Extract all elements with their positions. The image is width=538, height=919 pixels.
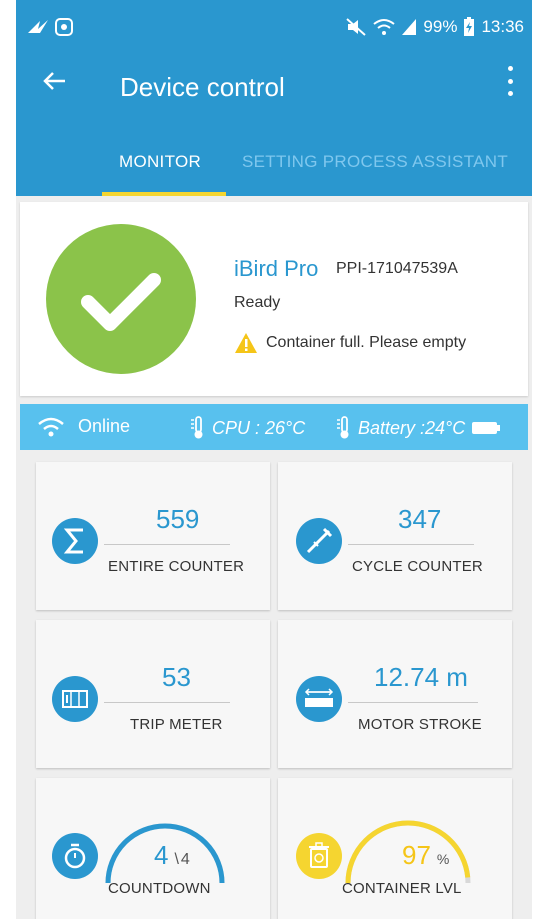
tab-bar: MONITOR SETTING PROCESS ASSISTANT bbox=[16, 120, 532, 196]
app-screen: 99% 13:36 Device control MONITOR SETTING… bbox=[16, 0, 532, 919]
injector-icon bbox=[296, 518, 342, 564]
warning-icon bbox=[235, 333, 257, 353]
device-name: iBird Pro bbox=[234, 256, 319, 281]
stopwatch-glyph bbox=[64, 843, 86, 869]
warning-message: Container full. Please empty bbox=[234, 332, 466, 354]
motor-stroke-label: MOTOR STROKE bbox=[358, 716, 482, 733]
motor-stroke-value: 12.74 m bbox=[374, 662, 468, 692]
container-percent: 97 bbox=[402, 840, 431, 870]
device-info-strip: Online CPU : 26°C Battery :24°C bbox=[20, 404, 528, 450]
countdown-separator: \ bbox=[174, 851, 179, 868]
wifi-icon bbox=[373, 19, 396, 35]
counter-glyph bbox=[62, 690, 88, 708]
status-bar: 99% 13:36 bbox=[16, 0, 532, 54]
entire-counter-value: 559 bbox=[156, 504, 200, 534]
countdown-current: 4 bbox=[154, 840, 169, 870]
tile-entire-counter[interactable]: 559 ENTIRE COUNTER bbox=[36, 462, 270, 610]
tile-countdown[interactable]: 4 \ 4 COUNTDOWN bbox=[36, 778, 270, 919]
device-state: Ready bbox=[234, 294, 281, 311]
stopwatch-icon bbox=[52, 833, 98, 879]
tab-setting-process-assistant[interactable]: SETTING PROCESS ASSISTANT bbox=[242, 152, 508, 172]
tab-indicator bbox=[102, 192, 226, 196]
app-bar: Device control bbox=[16, 54, 532, 120]
countdown-label: COUNTDOWN bbox=[108, 880, 211, 897]
container-value: 97% bbox=[402, 840, 449, 871]
tab-monitor[interactable]: MONITOR bbox=[119, 152, 201, 172]
divider bbox=[348, 702, 478, 703]
mute-icon bbox=[346, 18, 367, 36]
tile-cycle-counter[interactable]: 347 CYCLE COUNTER bbox=[278, 462, 512, 610]
bin-icon bbox=[296, 833, 342, 879]
sigma-glyph bbox=[63, 528, 83, 554]
trip-meter-label: TRIP METER bbox=[130, 716, 223, 733]
battery-temperature: Battery :24°C bbox=[336, 416, 501, 440]
battery-percent: 99% bbox=[423, 17, 458, 36]
divider bbox=[104, 702, 230, 703]
cpu-temperature: CPU : 26°C bbox=[190, 416, 305, 440]
cpu-label: CPU : 26°C bbox=[212, 417, 306, 438]
thermometer-icon bbox=[337, 416, 349, 439]
ruler-icon bbox=[296, 676, 342, 722]
thermometer-icon bbox=[191, 416, 203, 439]
counter-icon bbox=[52, 676, 98, 722]
device-serial: PPI-171047539A bbox=[336, 260, 458, 277]
container-label: CONTAINER LVL bbox=[342, 880, 462, 897]
tile-motor-stroke[interactable]: 12.74 m MOTOR STROKE bbox=[278, 620, 512, 768]
notification-icons bbox=[28, 18, 73, 36]
sigma-icon bbox=[52, 518, 98, 564]
connection-status: Online bbox=[38, 416, 130, 437]
status-left-icons bbox=[26, 16, 78, 43]
trip-meter-value: 53 bbox=[162, 662, 191, 692]
clock: 13:36 bbox=[481, 17, 524, 36]
connection-label: Online bbox=[78, 416, 131, 436]
tile-container-level[interactable]: 97% CONTAINER LVL bbox=[278, 778, 512, 919]
warning-text: Container full. Please empty bbox=[266, 334, 467, 351]
bin-glyph bbox=[309, 842, 329, 868]
battery-temp-label: Battery :24°C bbox=[358, 417, 466, 438]
page-title: Device control bbox=[120, 72, 285, 102]
signal-icon bbox=[402, 19, 417, 35]
container-unit: % bbox=[436, 851, 450, 867]
countdown-max: 4 bbox=[180, 851, 190, 868]
status-ok-icon bbox=[46, 224, 196, 374]
more-options-icon[interactable] bbox=[508, 66, 514, 96]
back-arrow-glyph bbox=[43, 72, 65, 90]
injector-glyph bbox=[306, 527, 333, 554]
wifi-icon bbox=[38, 417, 64, 436]
entire-counter-label: ENTIRE COUNTER bbox=[108, 558, 245, 575]
countdown-value: 4 \ 4 bbox=[154, 840, 190, 871]
cycle-counter-label: CYCLE COUNTER bbox=[352, 558, 483, 575]
divider bbox=[348, 544, 474, 545]
status-right: 99% 13:36 bbox=[345, 17, 524, 37]
checkmark-glyph bbox=[81, 273, 161, 331]
battery-charging-icon bbox=[464, 17, 475, 36]
device-status-card: iBird Pro PPI-171047539A Ready Container… bbox=[20, 202, 528, 396]
cycle-counter-value: 347 bbox=[398, 504, 442, 534]
divider bbox=[104, 544, 230, 545]
ruler-glyph bbox=[304, 688, 334, 707]
tile-trip-meter[interactable]: 53 TRIP METER bbox=[36, 620, 270, 768]
battery-icon bbox=[472, 422, 501, 434]
back-arrow-icon[interactable] bbox=[42, 68, 68, 100]
